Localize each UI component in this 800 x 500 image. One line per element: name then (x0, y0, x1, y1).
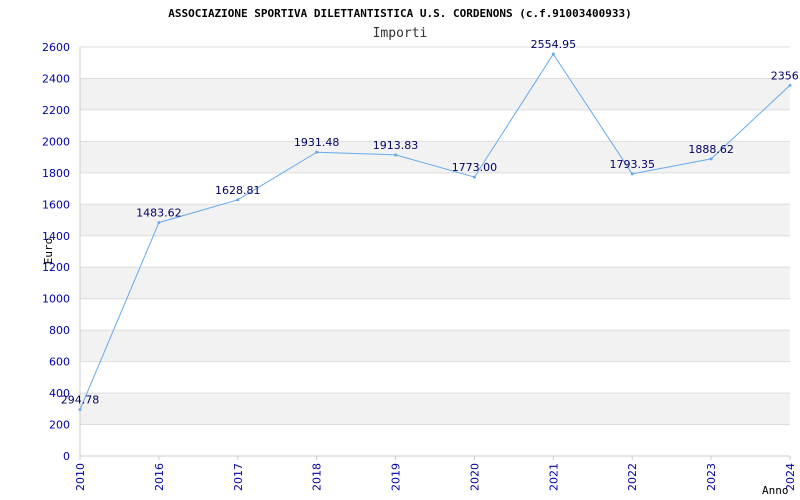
data-point (315, 150, 319, 154)
data-point (472, 175, 476, 179)
data-point (788, 83, 792, 87)
grid-bands (80, 78, 790, 425)
data-label: 1628.81 (215, 184, 261, 197)
data-label: 1793.35 (609, 158, 655, 171)
line-chart: 0200400600800100012001400160018002000220… (42, 7, 800, 497)
y-axis-label: Euro (42, 238, 55, 265)
data-point (709, 157, 713, 161)
data-point (78, 408, 82, 412)
chart-title: ASSOCIAZIONE SPORTIVA DILETTANTISTICA U.… (168, 7, 632, 20)
x-tick-label: 2021 (547, 463, 560, 491)
data-label: 1773.00 (452, 161, 498, 174)
y-tick-label: 600 (49, 356, 70, 369)
data-label: 2554.95 (531, 38, 577, 51)
grid-band (80, 267, 790, 299)
data-label: 294.78 (61, 394, 100, 407)
data-point (157, 221, 161, 225)
y-tick-label: 1600 (42, 198, 70, 211)
data-point (551, 52, 555, 56)
data-label: 1931.48 (294, 136, 340, 149)
grid-band (80, 204, 790, 236)
x-tick-label: 2016 (153, 463, 166, 491)
data-label: 1913.83 (373, 139, 419, 152)
y-tick-label: 2000 (42, 135, 70, 148)
x-tick-label: 2019 (390, 463, 403, 491)
x-tick-label: 2018 (311, 463, 324, 491)
y-tick-label: 200 (49, 419, 70, 432)
chart-container: 0 200 400 600 800 1000 1200 1400 1600 1800 2000 220… (0, 0, 800, 500)
grid-band (80, 393, 790, 425)
data-label: 1483.62 (136, 207, 182, 220)
data-point (236, 198, 240, 202)
x-tick-label: 2022 (626, 463, 639, 491)
data-label: 2356.4 (771, 69, 800, 82)
y-tick-label: 1000 (42, 293, 70, 306)
x-tick-label: 2023 (705, 463, 718, 491)
data-point (394, 153, 398, 157)
x-tick-labels: 2010 2016 2017 2018 2019 2020 2021 2022 2023 2024 (74, 463, 797, 491)
chart-subtitle: Importi (373, 26, 428, 41)
y-tick-label: 800 (49, 324, 70, 337)
x-tick-label: 2010 (74, 463, 87, 491)
grid-band (80, 78, 790, 110)
y-tick-label: 2200 (42, 104, 70, 117)
data-point (630, 172, 634, 176)
y-tick-label: 2400 (42, 72, 70, 85)
y-tick-label: 0 (63, 450, 70, 463)
x-tick-label: 2020 (468, 463, 481, 491)
x-axis-label: Anno (762, 484, 789, 497)
y-tick-label: 2600 (42, 41, 70, 54)
y-tick-label: 1800 (42, 167, 70, 180)
x-tick-label: 2017 (232, 463, 245, 491)
data-label: 1888.62 (688, 143, 734, 156)
grid-band (80, 141, 790, 173)
grid-band (80, 330, 790, 362)
